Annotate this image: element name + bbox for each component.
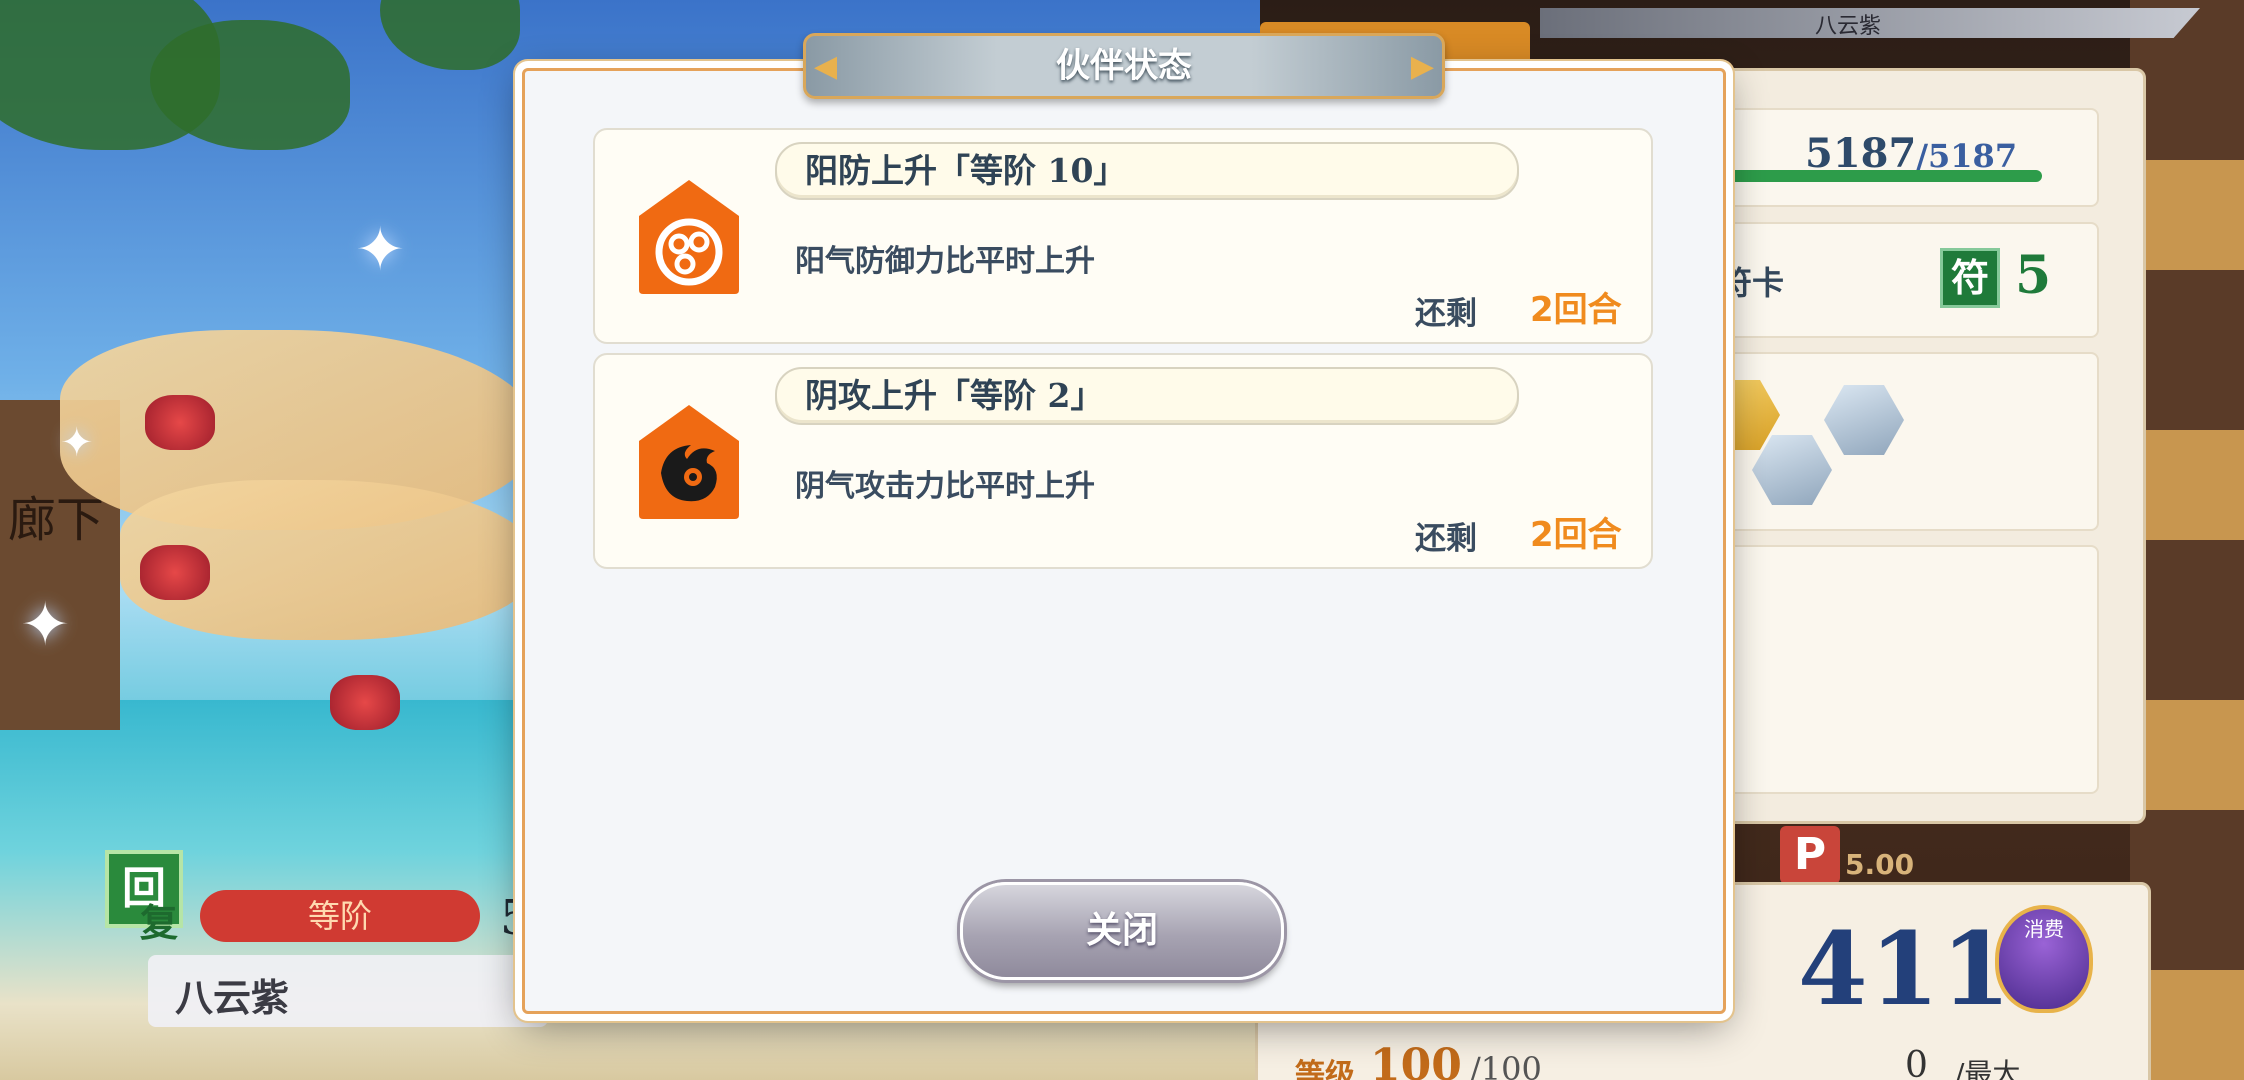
rank-pill: 等阶 <box>200 890 480 942</box>
character-name: 八云紫 <box>175 976 290 1020</box>
level-max: /100 <box>1470 1050 1542 1080</box>
exp-value: 0 <box>1905 1045 1928 1080</box>
close-button[interactable]: 关闭 <box>960 882 1284 980</box>
sparkle-icon: ✦ <box>355 215 406 285</box>
status-item: 阴攻上升「等阶 2」 阴气攻击力比平时上升 还剩 2回合 <box>593 353 1653 569</box>
sparkle-icon: ✦ <box>20 590 71 660</box>
status-item: 阳防上升「等阶 10」 阳气防御力比平时上升 还剩 2回合 <box>593 128 1653 344</box>
remaining-label: 还剩 <box>1415 296 1477 332</box>
level-label: 等级 <box>1295 1058 1355 1080</box>
spellcard-label: 符卡 <box>1720 264 1785 302</box>
top-character-name: 八云紫 <box>1815 14 1882 39</box>
close-button-label: 关闭 <box>1085 910 1158 951</box>
status-description: 阴气攻击力比平时上升 <box>795 469 1095 504</box>
status-name-pill: 阴攻上升「等阶 2」 <box>775 367 1519 425</box>
dialog-title-banner: ◀ 伙伴状态 ▶ <box>803 33 1445 99</box>
remaining-label: 还剩 <box>1415 521 1477 557</box>
sparkle-icon: ✦ <box>60 420 94 466</box>
level-value: 100 <box>1370 1040 1462 1080</box>
recovery-icon-label: 复 <box>140 901 179 945</box>
status-description: 阳气防御力比平时上升 <box>795 244 1095 279</box>
red-bow <box>145 395 215 450</box>
remaining-turns: 2回合 <box>1530 515 1622 555</box>
chevron-right-icon: ▶ <box>1410 49 1434 84</box>
exp-max-label: /最大 <box>1955 1057 2021 1080</box>
dialog-title: 伙伴状态 <box>1056 46 1192 86</box>
red-bow <box>330 675 400 730</box>
spellcard-count: 5 <box>2015 245 2052 306</box>
power-value: 5.00 <box>1845 848 1915 881</box>
consume-icon: 消费 <box>1995 905 2093 1013</box>
yin-attack-icon <box>639 405 739 519</box>
red-bow <box>140 545 210 600</box>
status-name: 阴攻上升「等阶 2」 <box>805 376 1104 415</box>
remaining-turns: 2回合 <box>1530 290 1622 330</box>
status-name: 阳防上升「等阶 10」 <box>805 151 1127 190</box>
status-name-pill: 阳防上升「等阶 10」 <box>775 142 1519 200</box>
hp-bar <box>1720 170 2042 182</box>
yang-defense-icon <box>639 180 739 294</box>
power-icon: P <box>1780 826 1840 884</box>
spellcard-icon: 符 <box>1940 248 2000 308</box>
